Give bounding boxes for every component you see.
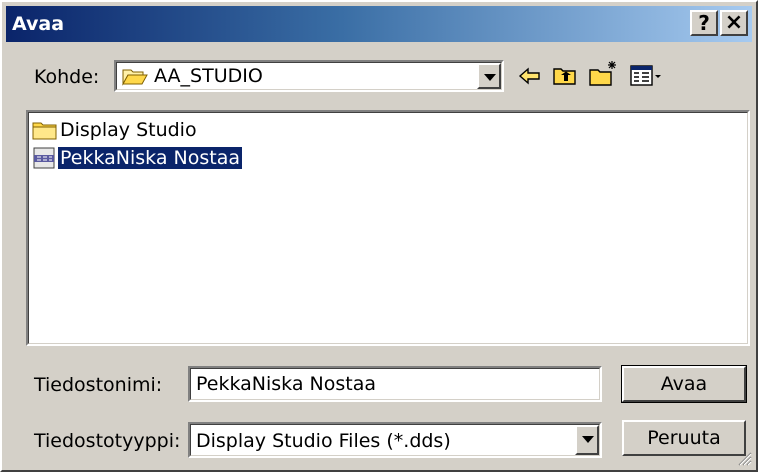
location-value: AA_STUDIO bbox=[154, 65, 263, 87]
list-item[interactable]: Display Studio bbox=[32, 118, 199, 142]
folder-icon bbox=[32, 122, 57, 140]
cancel-button[interactable]: Peruuta bbox=[622, 420, 746, 456]
open-file-dialog: Avaa ? × Kohde: AA_STUDIO Display Studio… bbox=[0, 0, 758, 472]
filename-input[interactable]: PekkaNiska Nostaa bbox=[188, 366, 602, 402]
location-dropdown-button[interactable] bbox=[477, 63, 501, 89]
location-label: Kohde: bbox=[34, 66, 100, 88]
open-folder-icon bbox=[122, 69, 148, 86]
file-list[interactable]: Display Studio PekkaNiska Nostaa bbox=[26, 110, 750, 346]
new-folder-icon[interactable] bbox=[588, 58, 620, 90]
help-button[interactable]: ? bbox=[690, 10, 718, 36]
location-combobox[interactable]: AA_STUDIO bbox=[114, 60, 504, 92]
view-menu-icon[interactable] bbox=[630, 64, 664, 88]
window-title: Avaa bbox=[12, 13, 65, 35]
list-item-selected[interactable]: PekkaNiska Nostaa bbox=[32, 146, 242, 170]
close-button[interactable]: × bbox=[720, 10, 748, 36]
dds-file-icon bbox=[33, 147, 55, 169]
back-arrow-icon[interactable] bbox=[518, 64, 542, 88]
filename-label: Tiedostonimi: bbox=[34, 374, 163, 396]
open-button[interactable]: Avaa bbox=[621, 365, 747, 403]
resize-grip-icon[interactable] bbox=[736, 450, 752, 466]
filename-value: PekkaNiska Nostaa bbox=[196, 373, 376, 395]
list-item-label: Display Studio bbox=[60, 119, 197, 141]
up-one-level-icon[interactable] bbox=[552, 62, 578, 88]
filetype-label: Tiedostotyyppi: bbox=[34, 430, 181, 452]
list-item-label: PekkaNiska Nostaa bbox=[58, 147, 242, 169]
filetype-combobox[interactable]: Display Studio Files (*.dds) bbox=[188, 422, 602, 458]
filetype-value: Display Studio Files (*.dds) bbox=[196, 430, 451, 452]
filetype-dropdown-button[interactable] bbox=[575, 425, 599, 455]
title-bar[interactable]: Avaa ? × bbox=[6, 6, 752, 42]
